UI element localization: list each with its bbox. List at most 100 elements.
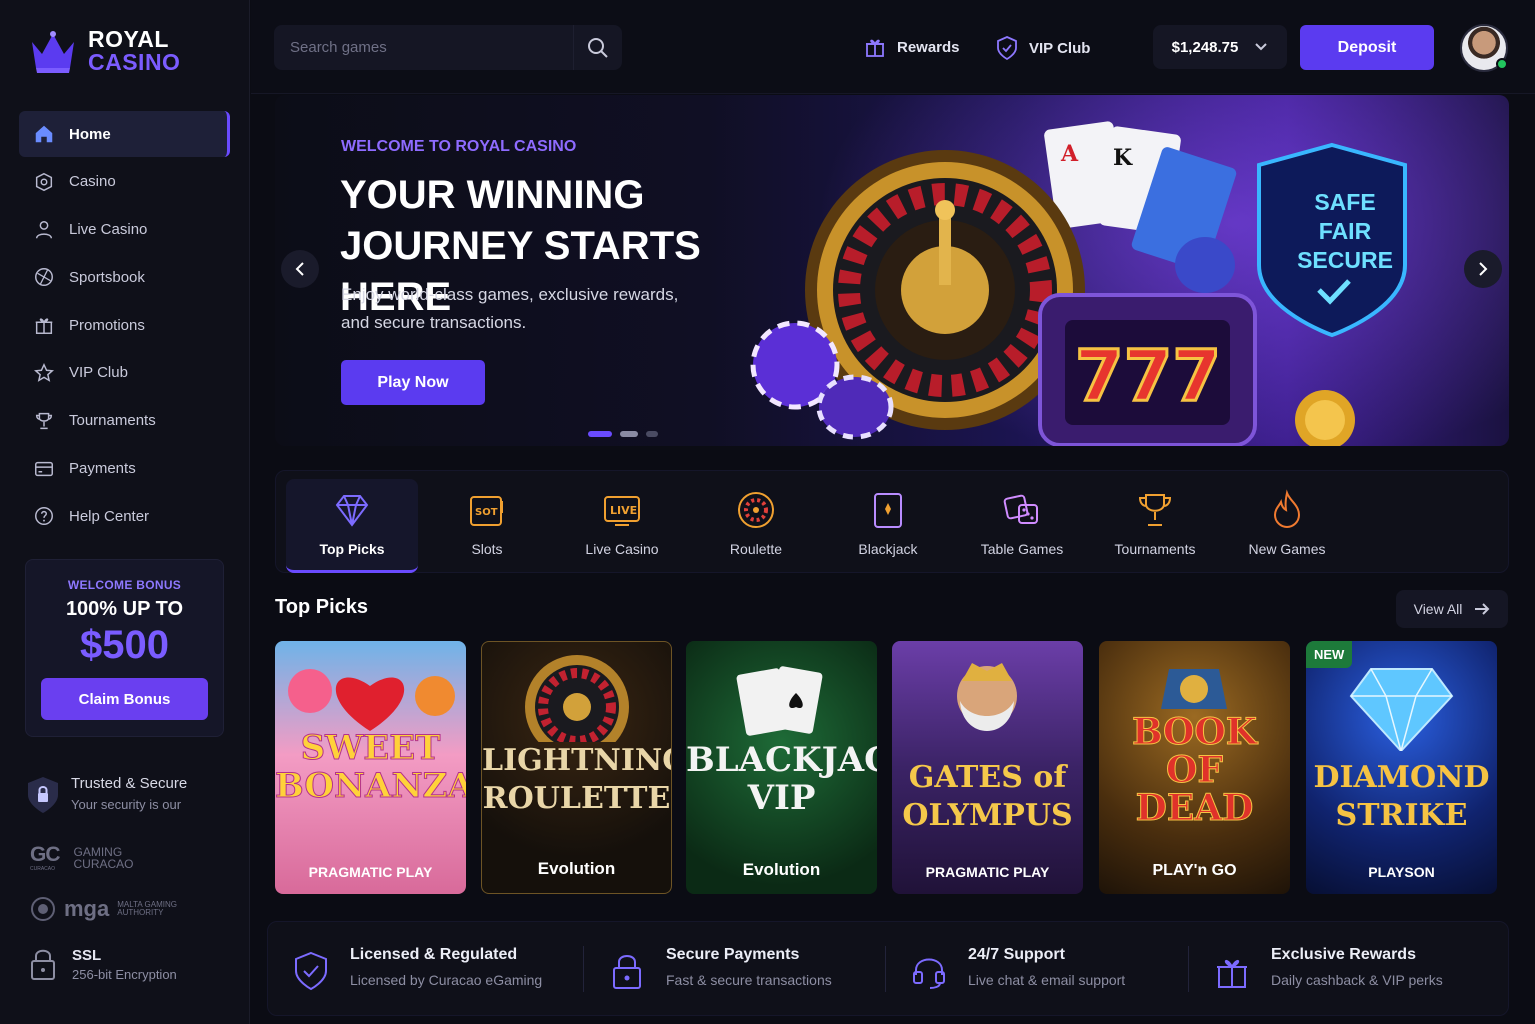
tab-new-games[interactable]: New Games	[1221, 479, 1353, 573]
feature-divider	[583, 946, 584, 992]
sidebar-nav: Home Casino Live Casino Sportsbook Promo…	[19, 111, 230, 541]
game-title-line1: BLACKJACK	[686, 740, 877, 780]
game-title-line2: OLYMPUS	[902, 798, 1073, 833]
tab-roulette[interactable]: Roulette	[690, 479, 822, 573]
live-icon-text: LIVE	[610, 504, 637, 517]
search-button[interactable]	[574, 25, 622, 70]
hero-next-button[interactable]	[1464, 250, 1502, 288]
roulette-icon	[738, 492, 774, 528]
carousel-dot[interactable]	[588, 431, 612, 437]
game-card-diamond-strike[interactable]: NEW DIAMOND STRIKE PLAYSON	[1306, 641, 1497, 894]
chevron-down-icon	[1255, 43, 1268, 51]
game-title: BLACKJACK VIP	[686, 741, 877, 817]
sidebar-item-vip-club[interactable]: VIP Club	[19, 350, 230, 396]
balance-value: $1,248.75	[1171, 38, 1239, 56]
game-card-blackjack-vip[interactable]: BLACKJACK VIP Evolution	[686, 641, 877, 894]
tab-tournaments[interactable]: Tournaments	[1089, 479, 1221, 573]
hero-desc-line2: and secure transactions.	[341, 313, 527, 332]
sidebar-item-home[interactable]: Home	[19, 111, 230, 157]
arrow-right-icon	[1475, 603, 1490, 615]
game-card-book-of-dead[interactable]: BOOK OF DEAD PLAY'n GO	[1099, 641, 1290, 894]
sidebar-item-tournaments[interactable]: Tournaments	[19, 398, 230, 444]
sidebar-item-payments[interactable]: Payments	[19, 446, 230, 492]
sidebar-item-live-casino[interactable]: Live Casino	[19, 207, 230, 253]
carousel-dot[interactable]	[646, 431, 658, 437]
search-icon	[588, 37, 608, 58]
game-title: BOOK OF DEAD	[1099, 713, 1290, 828]
tab-label: Blackjack	[858, 541, 918, 557]
bonus-amount: $500	[80, 623, 169, 667]
avatar[interactable]	[1460, 24, 1508, 72]
feature-title: 24/7 Support	[968, 946, 1065, 963]
hero-banner: A K 777 SAFE FAIR SECURE WELCOME TO ROYA…	[275, 95, 1509, 446]
game-title: DIAMOND STRIKE	[1306, 759, 1497, 835]
sidebar-item-promotions[interactable]: Promotions	[19, 302, 230, 348]
crown-icon	[32, 31, 74, 73]
gc-text1: GAMING	[73, 844, 123, 859]
live-icon: LIVE	[604, 496, 640, 526]
rewards-link[interactable]: Rewards	[863, 35, 960, 59]
mga-name: mga	[64, 896, 110, 921]
play-now-button[interactable]: Play Now	[341, 360, 485, 405]
diamond-icon	[335, 495, 369, 527]
hero-desc-line1: Enjoy world-class games, exclusive rewar…	[341, 285, 679, 304]
game-provider: PRAGMATIC PLAY	[925, 864, 1050, 880]
feature-title: Licensed & Regulated	[350, 946, 518, 963]
deposit-button[interactable]: Deposit	[1300, 25, 1434, 70]
sidebar-item-label: VIP Club	[69, 364, 128, 382]
tab-table-games[interactable]: Table Games	[956, 479, 1088, 573]
game-provider: Evolution	[537, 859, 616, 878]
search-bar[interactable]: Search games	[274, 25, 622, 70]
game-card-lightning-roulette[interactable]: LIGHTNING ROULETTE Evolution	[481, 641, 672, 894]
tab-label: Roulette	[729, 541, 783, 557]
game-card-sweet-bonanza[interactable]: SWEET BONANZA PRAGMATIC PLAY	[275, 641, 466, 894]
help-icon	[35, 507, 53, 526]
casino-chip-icon	[35, 172, 53, 191]
sidebar-item-label: Help Center	[69, 507, 150, 525]
hero-title-line1: YOUR WINNING	[340, 173, 645, 217]
tab-label: Table Games	[980, 541, 1064, 557]
sidebar-item-help-center[interactable]: Help Center	[19, 493, 230, 539]
trust-subtitle: Your security is our	[71, 797, 182, 812]
welcome-bonus-card: WELCOME BONUS 100% UP TO $500 Claim Bonu…	[25, 559, 224, 737]
carousel-dots	[588, 431, 658, 437]
carousel-dot[interactable]	[620, 431, 638, 437]
category-tabs: Top Picks SOT Slots LIVE Live Casino Rou…	[275, 470, 1509, 573]
ball-icon	[35, 268, 53, 287]
tab-live-casino[interactable]: LIVE Live Casino	[556, 479, 688, 573]
shield-line1: SAFE	[1314, 189, 1376, 215]
view-all-label: View All	[1413, 601, 1463, 617]
lock-icon	[613, 955, 641, 989]
tab-blackjack[interactable]: Blackjack	[822, 479, 954, 573]
svg-text:A: A	[1060, 141, 1079, 167]
tab-top-picks[interactable]: Top Picks	[286, 479, 418, 573]
sidebar-item-sportsbook[interactable]: Sportsbook	[19, 254, 230, 300]
sidebar-item-label: Sportsbook	[69, 268, 145, 286]
online-status-dot	[1496, 58, 1508, 70]
sidebar-item-casino[interactable]: Casino	[19, 159, 230, 205]
tab-label: Tournaments	[1114, 541, 1196, 557]
game-card-gates-of-olympus[interactable]: GATES of OLYMPUS PRAGMATIC PLAY	[892, 641, 1083, 894]
ssl-title: SSL	[72, 947, 102, 964]
game-title-line2: VIP	[747, 778, 816, 818]
gc-mark: GC	[30, 843, 60, 866]
hero-prev-button[interactable]	[281, 250, 319, 288]
view-all-button[interactable]: View All	[1396, 590, 1508, 628]
slot-icon-text: SOT	[475, 507, 498, 518]
balance-dropdown[interactable]: $1,248.75	[1153, 25, 1287, 69]
vip-club-link[interactable]: VIP Club	[995, 35, 1090, 61]
game-title-line2: BONANZA	[275, 766, 466, 806]
slot-machine-icon: SOT	[470, 496, 503, 526]
logo[interactable]: ROYAL CASINO	[28, 28, 180, 74]
trophy-icon	[1138, 494, 1172, 526]
search-input[interactable]: Search games	[274, 39, 573, 56]
claim-bonus-button[interactable]: Claim Bonus	[41, 678, 208, 720]
features-bar: Licensed & Regulated Licensed by Curacao…	[267, 921, 1509, 1016]
game-provider: PLAYSON	[1368, 864, 1435, 880]
sidebar-item-label: Tournaments	[69, 412, 156, 430]
game-title: SWEET BONANZA	[275, 729, 466, 806]
gift-icon	[866, 39, 884, 57]
tab-slots[interactable]: SOT Slots	[421, 479, 553, 573]
shield-line3: SECURE	[1297, 247, 1393, 273]
game-provider: PLAY'n GO	[1152, 862, 1237, 879]
